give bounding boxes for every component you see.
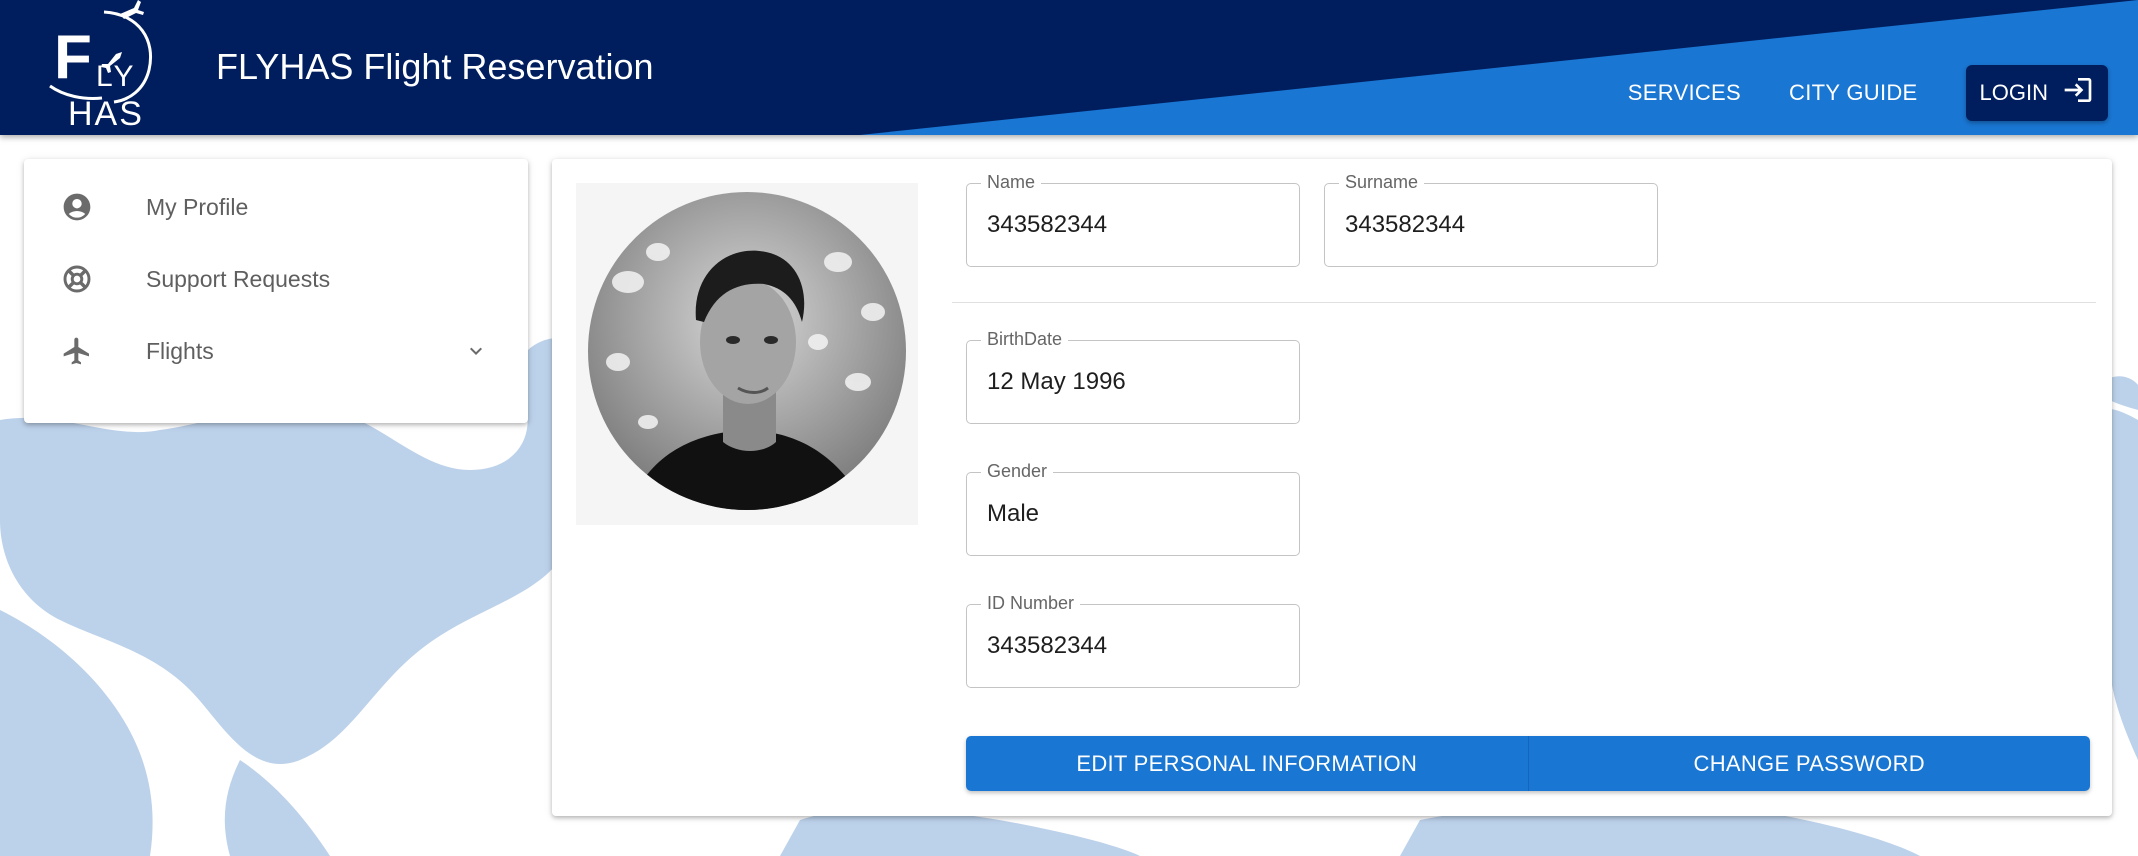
change-password-button[interactable]: CHANGE PASSWORD bbox=[1527, 736, 2090, 791]
login-icon bbox=[2062, 74, 2094, 112]
surname-field[interactable]: Surname 343582344 bbox=[1324, 172, 1658, 267]
gender-label: Gender bbox=[981, 461, 1054, 482]
sidebar-item-support-requests[interactable]: Support Requests bbox=[24, 243, 528, 315]
login-button[interactable]: LOGIN bbox=[1965, 65, 2108, 121]
name-label: Name bbox=[981, 172, 1042, 193]
svg-text:HAS: HAS bbox=[68, 95, 144, 132]
sidebar-item-label: Flights bbox=[146, 337, 214, 364]
name-field[interactable]: Name 343582344 bbox=[966, 172, 1300, 267]
gender-value: Male bbox=[987, 500, 1040, 527]
flyhas-logo[interactable]: F LY HAS bbox=[44, 0, 164, 133]
surname-label: Surname bbox=[1339, 172, 1425, 193]
lifebuoy-icon bbox=[60, 262, 94, 296]
profile-card: Name 343582344 Surname 343582344 BirthDa… bbox=[552, 159, 2112, 816]
app-title: FLYHAS Flight Reservation bbox=[216, 46, 654, 87]
profile-photo-frame bbox=[576, 183, 918, 525]
svg-text:LY: LY bbox=[96, 60, 136, 93]
top-nav: SERVICES CITY GUIDE LOGIN bbox=[1628, 65, 2108, 121]
nav-services[interactable]: SERVICES bbox=[1628, 80, 1741, 106]
sidebar-item-label: Support Requests bbox=[146, 265, 331, 292]
id-number-value: 343582344 bbox=[987, 632, 1108, 659]
nav-city-guide[interactable]: CITY GUIDE bbox=[1789, 80, 1918, 106]
chevron-down-icon[interactable] bbox=[464, 339, 488, 363]
sidebar-item-my-profile[interactable]: My Profile bbox=[24, 171, 528, 243]
birthdate-label: BirthDate bbox=[981, 329, 1069, 350]
surname-value: 343582344 bbox=[1345, 211, 1466, 238]
profile-actions: EDIT PERSONAL INFORMATION CHANGE PASSWOR… bbox=[966, 736, 2090, 791]
app-header: F LY HAS FLYHAS Flight Reservation SERVI… bbox=[0, 0, 2138, 135]
birthdate-field[interactable]: BirthDate 12 May 1996 bbox=[966, 329, 1300, 424]
profile-photo[interactable] bbox=[588, 192, 906, 510]
section-divider bbox=[952, 302, 2096, 303]
id-number-label: ID Number bbox=[981, 593, 1081, 614]
sidebar-item-flights[interactable]: Flights bbox=[24, 315, 528, 387]
id-number-field[interactable]: ID Number 343582344 bbox=[966, 593, 1300, 688]
account-circle-icon bbox=[60, 190, 94, 224]
birthdate-value: 12 May 1996 bbox=[987, 368, 1126, 395]
sidebar-menu: My Profile Support Requests Flights bbox=[24, 159, 528, 423]
sidebar-item-label: My Profile bbox=[146, 193, 249, 220]
name-value: 343582344 bbox=[987, 211, 1108, 238]
gender-field[interactable]: Gender Male bbox=[966, 461, 1300, 556]
edit-personal-information-button[interactable]: EDIT PERSONAL INFORMATION bbox=[966, 736, 1528, 791]
login-label: LOGIN bbox=[1979, 80, 2048, 105]
svg-text:F: F bbox=[54, 23, 92, 92]
airplane-icon bbox=[60, 334, 94, 368]
